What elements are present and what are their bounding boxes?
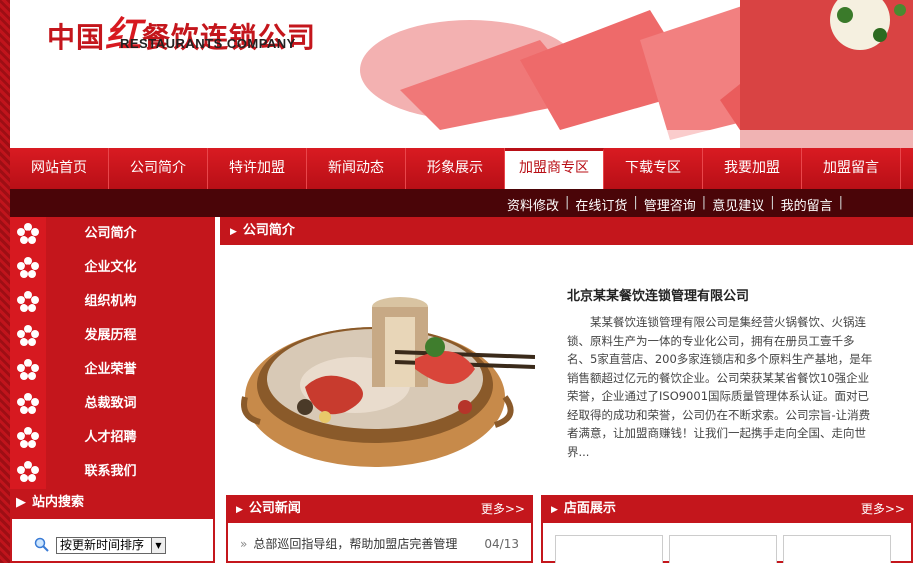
arrow-right-icon: ▶ [236, 505, 243, 515]
shops-panel-title: 店面展示 [563, 501, 616, 516]
nav-item[interactable]: 下载专区 [604, 148, 703, 189]
shop-thumbnail[interactable] [669, 535, 777, 563]
shop-thumbnail[interactable] [555, 535, 663, 563]
sidebar-item-label: 总裁致词 [46, 386, 215, 421]
member-subnav: 资料修改 | 在线订货 | 管理咨询 | 意见建议 | 我的留言 | [10, 189, 913, 217]
intro-section-title: ▶ 公司简介 [220, 217, 913, 245]
news-panel-title: 公司新闻 [248, 501, 301, 516]
nav-item[interactable]: 公司简介 [109, 148, 208, 189]
sidebar-item[interactable]: 联系我们 [10, 454, 215, 489]
arrow-right-icon: ▶ [16, 495, 26, 510]
nav-item[interactable]: 新闻动态 [307, 148, 406, 189]
arrow-right-icon: ▶ [230, 227, 237, 237]
news-panel-header: ▶ 公司新闻 更多>> [228, 495, 531, 523]
shops-panel: ▶ 店面展示 更多>> [541, 495, 913, 563]
separator: | [838, 195, 843, 210]
intro-title-label: 公司简介 [242, 223, 295, 238]
header-banner: 中国红餐饮连锁公司 RESTAURANTS COMPANY [10, 0, 913, 148]
nav-item[interactable]: 我要加盟 [703, 148, 802, 189]
separator: | [564, 195, 570, 210]
chevron-down-icon: ▼ [151, 538, 165, 553]
shop-thumbnails [543, 523, 911, 563]
nav-item[interactable]: 加盟留言 [802, 148, 901, 189]
subnav-link[interactable]: 管理咨询 [644, 195, 696, 214]
logo-en: RESTAURANTS COMPANY [120, 36, 296, 51]
flower-icon [10, 284, 46, 319]
nav-item[interactable]: 加盟商专区 [505, 148, 604, 189]
subnav-link[interactable]: 在线订货 [575, 195, 627, 214]
site-search-box: 按更新时间排序 ▼ [10, 517, 215, 563]
separator: | [770, 195, 775, 210]
banner-food-image [340, 0, 913, 148]
company-name: 北京某某餐饮连锁管理有限公司 [567, 289, 750, 304]
sidebar-item[interactable]: 公司简介 [10, 216, 215, 251]
flower-icon [10, 386, 46, 421]
site-search-label: 站内搜索 [32, 495, 85, 510]
nav-item[interactable]: 网站首页 [10, 148, 109, 189]
news-more-link[interactable]: 更多>> [481, 495, 525, 523]
flower-icon [10, 250, 46, 285]
sidebar-item-label: 联系我们 [46, 454, 215, 489]
news-item-title: 总部巡回指导组，帮助加盟店完善管理 [253, 537, 458, 551]
subnav-link[interactable]: 资料修改 [507, 195, 559, 214]
sort-select[interactable]: 按更新时间排序 ▼ [56, 537, 166, 554]
sidebar-item[interactable]: 发展历程 [10, 318, 215, 353]
flower-icon [10, 352, 46, 387]
sidebar-item[interactable]: 人才招聘 [10, 420, 215, 455]
arrow-right-icon: ▶ [551, 505, 558, 515]
flower-icon [10, 216, 46, 251]
subnav-link[interactable]: 意见建议 [712, 195, 764, 214]
sidebar: 公司简介 企业文化 组织机构 发展历程 企业荣誉 总裁致词 人才招聘 联系我们 ▶ 站内搜索 按… [10, 216, 215, 563]
separator: | [701, 195, 707, 210]
sidebar-item-label: 公司简介 [46, 216, 215, 251]
logo-cn-part1: 中国 [47, 21, 106, 54]
company-description: 某某餐饮连锁管理有限公司是集经营火锅餐饮、火锅连锁、原料生产为一体的专业化公司，… [567, 315, 873, 459]
news-item[interactable]: » 总部巡回指导组，帮助加盟店完善管理 04/13 [228, 531, 531, 557]
sidebar-item-label: 发展历程 [46, 318, 215, 353]
flower-icon [10, 318, 46, 353]
sidebar-item-label: 组织机构 [46, 284, 215, 319]
news-panel: ▶ 公司新闻 更多>> » 总部巡回指导组，帮助加盟店完善管理 04/13 [226, 495, 533, 563]
search-icon[interactable] [34, 537, 50, 553]
page: 中国红餐饮连锁公司 RESTAURANTS COMPANY 网站首页 公司简介 特许… [10, 0, 913, 563]
hotpot-image [241, 297, 535, 467]
nav-item[interactable]: 形象展示 [406, 148, 505, 189]
flower-icon [10, 454, 46, 489]
intro-section-body: 北京某某餐饮连锁管理有限公司 某某餐饮连锁管理有限公司是集经营火锅餐饮、火锅连锁… [220, 245, 913, 485]
sidebar-item[interactable]: 企业文化 [10, 250, 215, 285]
shop-thumbnail[interactable] [783, 535, 891, 563]
sidebar-item[interactable]: 企业荣誉 [10, 352, 215, 387]
bullet-icon: » [240, 537, 248, 551]
news-item-date: 04/13 [484, 537, 519, 551]
flower-icon [10, 420, 46, 455]
sidebar-item[interactable]: 组织机构 [10, 284, 215, 319]
shops-more-link[interactable]: 更多>> [861, 495, 905, 523]
nav-item[interactable]: 特许加盟 [208, 148, 307, 189]
main-nav: 网站首页 公司简介 特许加盟 新闻动态 形象展示 加盟商专区 下载专区 我要加盟 加盟留言 [10, 148, 913, 189]
sidebar-item[interactable]: 总裁致词 [10, 386, 215, 421]
site-search-title: ▶ 站内搜索 [10, 489, 215, 517]
sidebar-item-label: 企业文化 [46, 250, 215, 285]
separator: | [633, 195, 638, 210]
shops-panel-header: ▶ 店面展示 更多>> [543, 495, 911, 523]
sidebar-item-label: 企业荣誉 [46, 352, 215, 387]
sort-select-value: 按更新时间排序 [60, 538, 145, 552]
subnav-link[interactable]: 我的留言 [781, 195, 833, 214]
sidebar-item-label: 人才招聘 [46, 420, 215, 455]
